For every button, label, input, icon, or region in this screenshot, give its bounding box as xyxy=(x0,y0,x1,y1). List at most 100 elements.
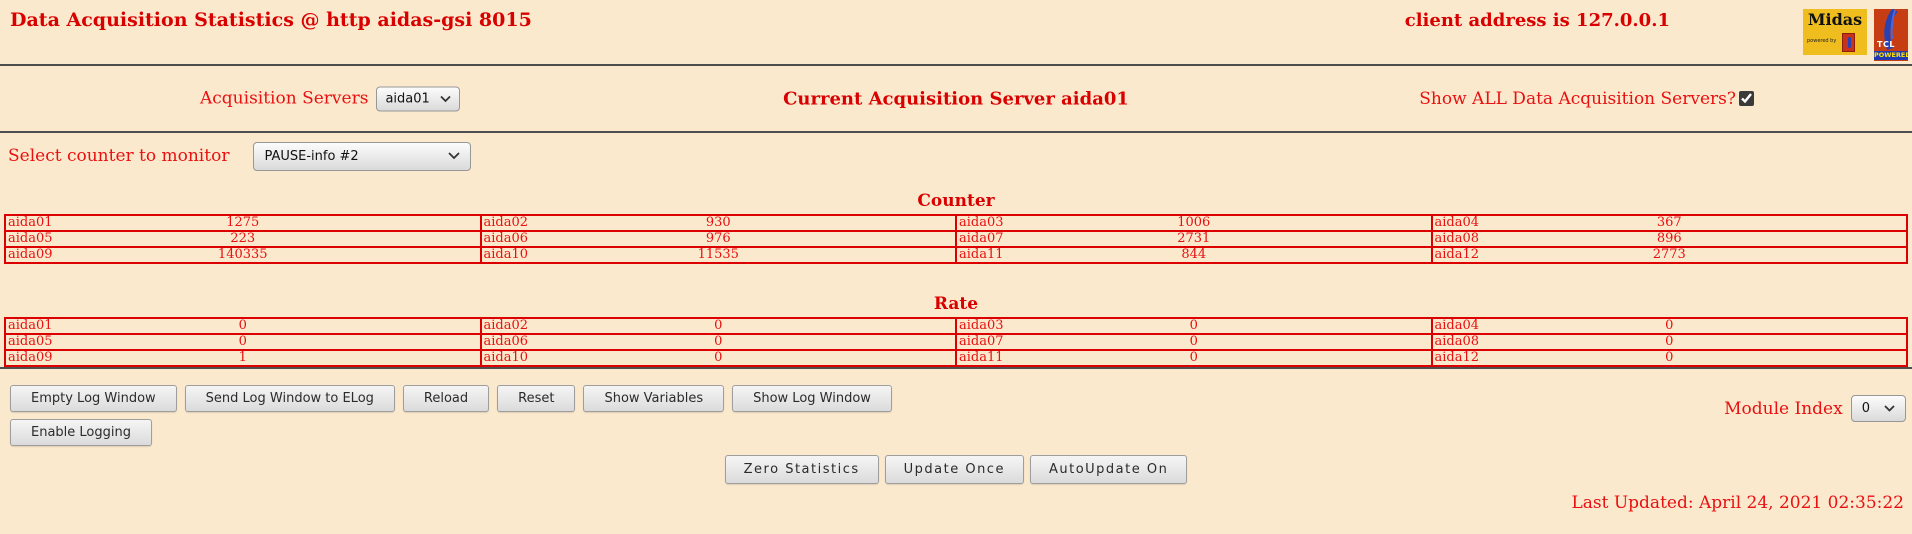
rate-cell-aida08: aida08 0 xyxy=(1432,334,1908,350)
counter-cell-aida01: aida011275 xyxy=(5,215,481,231)
zero-statistics-button[interactable]: Zero Statistics xyxy=(725,455,879,484)
midas-logo[interactable]: Midas powered by xyxy=(1803,9,1867,55)
module-index-label: Module Index xyxy=(1724,399,1843,419)
rate-server-name: aida06 xyxy=(484,335,529,349)
counter-cell-aida06: aida06 976 xyxy=(481,231,957,247)
rate-value: 0 xyxy=(714,319,722,333)
show-log-window-button[interactable]: Show Log Window xyxy=(732,385,892,412)
counter-server-name: aida09 xyxy=(8,248,53,262)
acquisition-servers-label: Acquisition Servers xyxy=(200,89,368,109)
rate-value: 1 xyxy=(239,351,247,365)
send-log-window-to-elog-button[interactable]: Send Log Window to ELog xyxy=(185,385,395,412)
counter-cell-aida04: aida04 367 xyxy=(1432,215,1908,231)
update-once-button[interactable]: Update Once xyxy=(885,455,1024,484)
rate-server-name: aida07 xyxy=(959,335,1004,349)
counter-select-row: Select counter to monitor PAUSE-info #2 xyxy=(0,133,1912,179)
rate-value: 0 xyxy=(714,335,722,349)
counter-monitor-selected-value: PAUSE-info #2 xyxy=(264,149,358,164)
counter-row: aida011275aida02930aida031006aida04367 xyxy=(5,215,1907,231)
counter-value: 367 xyxy=(1657,216,1682,230)
counter-value: 844 xyxy=(1181,248,1206,262)
counter-server-name: aida04 xyxy=(1435,216,1480,230)
acquisition-row: Acquisition Servers aida01 Current Acqui… xyxy=(0,66,1912,131)
log-buttons-row-1: Empty Log Window Send Log Window to ELog R… xyxy=(10,385,1912,412)
select-counter-label: Select counter to monitor xyxy=(8,146,229,166)
page-header: Data Acquisition Statistics @ http aidas… xyxy=(0,0,1912,64)
counter-cell-aida05: aida05 223 xyxy=(5,231,481,247)
rate-cell-aida01: aida010 xyxy=(5,318,481,334)
counter-server-name: aida01 xyxy=(8,216,53,230)
show-all-servers-checkbox[interactable] xyxy=(1739,91,1754,106)
rate-row: aida091aida100aida110aida120 xyxy=(5,350,1907,366)
rate-cell-aida09: aida09 1 xyxy=(5,350,481,366)
acquisition-servers-group: Acquisition Servers aida01 xyxy=(200,86,460,111)
rate-value: 0 xyxy=(239,335,247,349)
rate-server-name: aida04 xyxy=(1435,319,1480,333)
midas-powered-by-text: powered by xyxy=(1807,38,1836,44)
autoupdate-on-button[interactable]: AutoUpdate On xyxy=(1030,455,1187,484)
counter-server-name: aida06 xyxy=(484,232,529,246)
actions-section: Empty Log Window Send Log Window to ELog R… xyxy=(0,369,1912,446)
counter-monitor-select[interactable]: PAUSE-info #2 xyxy=(253,142,471,171)
counter-value: 2773 xyxy=(1653,248,1686,262)
counter-cell-aida12: aida12 2773 xyxy=(1432,247,1908,263)
rate-cell-aida11: aida110 xyxy=(956,350,1432,366)
module-index-select[interactable]: 0 xyxy=(1851,395,1906,422)
counter-server-name: aida10 xyxy=(484,248,529,262)
counter-cell-aida03: aida03 1006 xyxy=(956,215,1432,231)
counter-cell-aida11: aida11 844 xyxy=(956,247,1432,263)
rate-cell-aida05: aida050 xyxy=(5,334,481,350)
counter-server-name: aida07 xyxy=(959,232,1004,246)
reset-button[interactable]: Reset xyxy=(497,385,575,412)
reload-button[interactable]: Reload xyxy=(403,385,489,412)
counter-value: 1006 xyxy=(1177,216,1210,230)
rate-server-name: aida12 xyxy=(1435,351,1480,365)
rate-server-name: aida02 xyxy=(484,319,529,333)
log-buttons-row-2: Enable Logging xyxy=(10,419,1912,446)
counter-server-name: aida08 xyxy=(1435,232,1480,246)
update-buttons-row: Zero StatisticsUpdate OnceAutoUpdate On xyxy=(0,455,1912,484)
counter-server-name: aida03 xyxy=(959,216,1004,230)
counter-server-name: aida05 xyxy=(8,232,53,246)
chevron-down-icon xyxy=(448,152,460,160)
rate-section-title: Rate xyxy=(0,294,1912,314)
counter-cell-aida07: aida07 2731 xyxy=(956,231,1432,247)
acquisition-server-selected-value: aida01 xyxy=(385,91,429,106)
rate-row: aida010aida020aida030aida040 xyxy=(5,318,1907,334)
page-title: Data Acquisition Statistics @ http aidas… xyxy=(10,9,532,31)
counter-value: 223 xyxy=(230,232,255,246)
chevron-down-icon xyxy=(1884,405,1895,412)
chevron-down-icon xyxy=(440,95,451,102)
counter-server-name: aida11 xyxy=(959,248,1004,262)
tcl-powered-logo[interactable]: TCL POWERED xyxy=(1874,9,1908,61)
rate-cell-aida12: aida120 xyxy=(1432,350,1908,366)
counter-cell-aida10: aida10 11535 xyxy=(481,247,957,263)
counter-row: aida09 140335 aida10 11535 aida11 844 aida12 27… xyxy=(5,247,1907,263)
counter-server-name: aida12 xyxy=(1435,248,1480,262)
counter-value: 11535 xyxy=(698,248,739,262)
show-all-servers-group: Show ALL Data Acquisition Servers? xyxy=(1419,89,1754,109)
last-updated-text: Last Updated: April 24, 2021 02:35:22 xyxy=(0,493,1912,513)
rate-cell-aida04: aida040 xyxy=(1432,318,1908,334)
midas-logo-text: Midas xyxy=(1803,10,1867,30)
rate-cell-aida06: aida06 0 xyxy=(481,334,957,350)
midas-badge-icon xyxy=(1842,33,1855,52)
counter-value: 976 xyxy=(706,232,731,246)
module-index-selected-value: 0 xyxy=(1862,401,1870,416)
show-variables-button[interactable]: Show Variables xyxy=(583,385,724,412)
rate-cell-aida07: aida070 xyxy=(956,334,1432,350)
acquisition-server-select[interactable]: aida01 xyxy=(376,86,459,111)
rate-server-name: aida09 xyxy=(8,351,53,365)
counter-value: 2731 xyxy=(1177,232,1210,246)
tcl-logo-text: TCL xyxy=(1877,40,1895,49)
module-index-group: Module Index 0 xyxy=(1724,395,1906,422)
counter-value: 930 xyxy=(706,216,731,230)
empty-log-window-button[interactable]: Empty Log Window xyxy=(10,385,177,412)
rate-server-name: aida08 xyxy=(1435,335,1480,349)
counter-value: 140335 xyxy=(218,248,268,262)
rate-value: 0 xyxy=(1665,335,1673,349)
rate-value: 0 xyxy=(1190,351,1198,365)
show-all-servers-label: Show ALL Data Acquisition Servers? xyxy=(1419,89,1736,109)
enable-logging-button[interactable]: Enable Logging xyxy=(10,419,152,446)
rate-row: aida050aida060aida070aida080 xyxy=(5,334,1907,350)
